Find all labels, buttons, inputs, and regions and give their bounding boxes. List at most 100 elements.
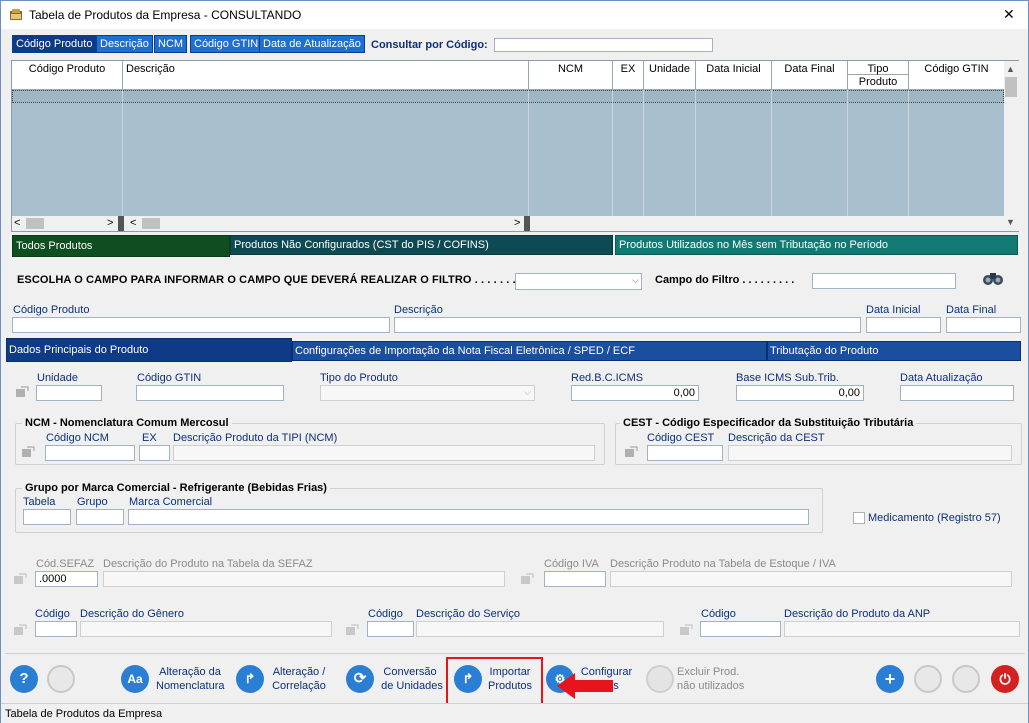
cest-codigo-input[interactable]	[647, 445, 723, 461]
scroll-thumb[interactable]	[142, 218, 160, 229]
cest-descricao-input	[728, 445, 1012, 461]
col-codigo[interactable]: Código Produto	[12, 61, 123, 90]
chevron-down-icon[interactable]: ⌵	[632, 275, 639, 286]
scroll-thumb[interactable]	[26, 218, 44, 229]
servico-codigo-label: Código	[368, 608, 403, 620]
col-data-final[interactable]: Data Final	[772, 61, 848, 90]
genero-codigo-input[interactable]	[35, 621, 77, 637]
col-unidade[interactable]: Unidade	[644, 61, 696, 90]
scroll-right-icon[interactable]: >	[514, 217, 520, 229]
grid-hscroll[interactable]: < > < >	[12, 216, 1004, 231]
help-button[interactable]: ?	[10, 665, 38, 693]
tab-dados-principais[interactable]: Dados Principais do Produto	[6, 338, 292, 362]
power-icon[interactable]: ⏻	[991, 665, 1019, 693]
sefaz-cod-label: Cód.SEFAZ	[36, 558, 95, 570]
conversao-label2[interactable]: de Unidades	[379, 680, 445, 693]
tab-descricao[interactable]: Descrição	[96, 35, 153, 53]
search-data-inicial-input[interactable]	[866, 317, 941, 333]
filter-value-input[interactable]	[812, 273, 956, 289]
edit-icon[interactable]	[13, 572, 27, 585]
ncm-ex-input[interactable]	[139, 445, 170, 461]
binoculars-icon[interactable]	[981, 269, 1005, 287]
alteracao-nomenclatura-label2[interactable]: Nomenclatura	[156, 680, 224, 693]
search-codigo-label: Código Produto	[13, 304, 90, 316]
edit-button[interactable]	[914, 665, 942, 693]
tab-codigo-produto[interactable]: Código Produto	[12, 35, 97, 53]
unidade-input[interactable]	[36, 385, 102, 401]
col-divider	[908, 90, 909, 218]
selected-row[interactable]	[12, 90, 1004, 103]
scroll-right-icon[interactable]: >	[107, 217, 113, 229]
split-handle[interactable]	[118, 216, 124, 231]
tab-config-importacao[interactable]: Configurações de Importação da Nota Fisc…	[292, 341, 767, 361]
col-data-inicial[interactable]: Data Inicial	[696, 61, 772, 90]
scroll-up-icon[interactable]: ▲	[1006, 64, 1015, 74]
col-tipo[interactable]: Tipo	[848, 61, 909, 75]
medicamento-checkbox[interactable]	[853, 512, 865, 524]
red-bc-input[interactable]: 0,00	[571, 385, 699, 401]
conversao-label1[interactable]: Conversão	[379, 666, 441, 679]
tipo-select[interactable]: ⌵	[320, 385, 535, 401]
col-ex[interactable]: EX	[613, 61, 644, 90]
alteracao-nomenclatura-icon[interactable]: Aa	[121, 665, 149, 693]
anp-codigo-input[interactable]	[700, 621, 781, 637]
tab-codigo-gtin[interactable]: Código GTIN	[190, 35, 263, 53]
servico-codigo-input[interactable]	[367, 621, 414, 637]
edit-icon[interactable]	[345, 623, 359, 636]
tab-nao-configurados[interactable]: Produtos Não Configurados (CST do PIS / …	[230, 235, 613, 255]
blank-button[interactable]	[47, 665, 75, 693]
col-descricao[interactable]: Descrição	[123, 61, 529, 90]
scroll-down-icon[interactable]: ▼	[1006, 217, 1015, 227]
search-codigo-input[interactable]	[12, 317, 390, 333]
filter-field-select[interactable]: ⌵	[515, 273, 642, 290]
alteracao-nomenclatura-label1[interactable]: Alteração da	[156, 666, 224, 679]
conversao-icon[interactable]: ⟳	[346, 665, 374, 693]
edit-icon[interactable]	[520, 572, 534, 585]
marca-grupo-input[interactable]	[76, 509, 124, 525]
marca-comercial-input[interactable]	[128, 509, 809, 525]
consult-input[interactable]	[494, 38, 713, 52]
tab-todos-produtos[interactable]: Todos Produtos	[12, 235, 230, 257]
grid-vscroll[interactable]: ▲ ▼	[1004, 61, 1019, 231]
scroll-left-icon[interactable]: <	[130, 217, 136, 229]
edit-icon[interactable]	[21, 445, 35, 458]
scroll-left-icon[interactable]: <	[14, 217, 20, 229]
base-sub-input[interactable]: 0,00	[736, 385, 864, 401]
correlacao-label1[interactable]: Alteração /	[269, 666, 329, 679]
tab-data-atualizacao[interactable]: Data de Atualização	[259, 35, 365, 53]
importar-label2[interactable]: Produtos	[485, 680, 535, 693]
products-grid[interactable]: Código Produto Descrição NCM EX Unidade …	[11, 60, 1019, 232]
gtin-input[interactable]	[136, 385, 284, 401]
excluir-label1[interactable]: Excluir Prod.	[677, 666, 745, 679]
edit-icon[interactable]	[624, 445, 638, 458]
col-tipo-sub: Produto	[848, 75, 909, 90]
correlacao-icon[interactable]: ↱	[236, 665, 264, 693]
scroll-thumb[interactable]	[1005, 77, 1017, 97]
add-button[interactable]: +	[876, 665, 904, 693]
tab-tributacao[interactable]: Tributação do Produto	[767, 341, 1021, 361]
close-button[interactable]: ✕	[1003, 6, 1015, 23]
marca-tabela-input[interactable]	[23, 509, 71, 525]
ncm-codigo-input[interactable]	[45, 445, 135, 461]
importar-label1[interactable]: Importar	[485, 666, 535, 679]
correlacao-label2[interactable]: Correlação	[269, 680, 329, 693]
data-atualizacao-input[interactable]	[900, 385, 1014, 401]
excluir-icon[interactable]	[646, 665, 674, 693]
tab-ncm[interactable]: NCM	[154, 35, 188, 53]
iva-input[interactable]	[544, 571, 606, 587]
delete-button[interactable]	[952, 665, 980, 693]
importar-icon[interactable]: ↱	[454, 665, 482, 693]
sefaz-cod-input[interactable]: .0000	[35, 571, 98, 587]
chevron-down-icon[interactable]: ⌵	[524, 387, 531, 398]
col-codigo-gtin[interactable]: Código GTIN	[909, 61, 1005, 90]
edit-icon[interactable]	[13, 623, 27, 636]
excluir-label2[interactable]: não utilizados	[677, 680, 749, 693]
tab-sem-tributacao[interactable]: Produtos Utilizados no Mês sem Tributaçã…	[615, 235, 1018, 255]
search-descricao-input[interactable]	[394, 317, 861, 333]
split-handle[interactable]	[524, 216, 530, 231]
col-ncm[interactable]: NCM	[529, 61, 613, 90]
edit-icon[interactable]	[679, 623, 693, 636]
edit-icon[interactable]	[15, 385, 29, 398]
sefaz-descricao-label: Descrição do Produto na Tabela da SEFAZ	[103, 558, 313, 570]
search-data-final-input[interactable]	[946, 317, 1021, 333]
